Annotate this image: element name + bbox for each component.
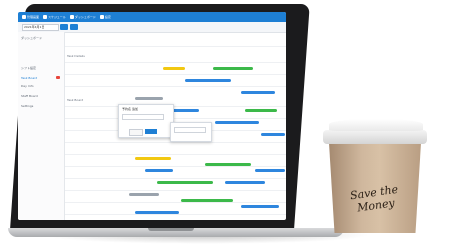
task-bar[interactable]: [185, 79, 231, 82]
prev-button[interactable]: [60, 24, 68, 30]
task-bar[interactable]: [255, 169, 285, 172]
app-tab-settings[interactable]: 設定: [99, 14, 111, 21]
date-field[interactable]: 2021年4月1日: [22, 24, 59, 31]
grid-line: [65, 178, 286, 179]
task-bar[interactable]: [129, 193, 159, 196]
app-tab-label: スケジュール: [48, 15, 66, 19]
dialog-title: 予約名 追加: [122, 107, 138, 111]
task-bar[interactable]: [225, 181, 265, 184]
task-bar[interactable]: [261, 133, 285, 136]
grid-line: [65, 62, 286, 63]
cup-lid-rim: [323, 130, 427, 144]
app-tab-label: 管理画面: [27, 15, 40, 19]
task-bar[interactable]: [215, 121, 259, 124]
app-tab-dashboard[interactable]: ダッシュボード: [69, 14, 96, 21]
grid-line: [65, 86, 286, 87]
grid-line: [65, 118, 286, 119]
sidebar: ダッシュボード シフト設定 Task Board Day Info Staff …: [18, 32, 65, 220]
task-bar[interactable]: [135, 157, 171, 160]
task-bar[interactable]: [245, 109, 277, 112]
task-bar[interactable]: [135, 97, 163, 100]
section-label: Task Board: [67, 98, 84, 102]
task-bar[interactable]: [205, 163, 251, 166]
sidebar-item-settings[interactable]: Settings: [21, 104, 33, 108]
gear-icon: [99, 15, 104, 19]
calendar-icon: [43, 15, 48, 19]
secondary-dialog: [170, 122, 212, 142]
dialog-input[interactable]: [174, 127, 206, 133]
laptop-notch: [148, 228, 194, 231]
laptop-screen: 管理画面 スケジュール ダッシュボード 設定 2021年4月1日 ダッシュボード…: [18, 12, 286, 220]
task-bar[interactable]: [145, 169, 173, 172]
grid-line: [65, 154, 286, 155]
sidebar-item-shift[interactable]: シフト設定: [21, 66, 36, 70]
task-bar[interactable]: [135, 211, 179, 214]
next-button[interactable]: [70, 24, 78, 30]
dashboard-icon: [69, 15, 74, 19]
app-tab-schedule[interactable]: スケジュール: [43, 14, 66, 21]
sidebar-item-day-info[interactable]: Day Info: [21, 84, 34, 88]
app-header: 管理画面 スケジュール ダッシュボード 設定: [18, 12, 286, 22]
cup-lid: [329, 119, 423, 131]
sidebar-item-task-board[interactable]: Task Board: [21, 76, 37, 80]
grid-line: [65, 166, 286, 167]
app-tab-label: ダッシュボード: [74, 15, 96, 19]
task-bar[interactable]: [163, 67, 185, 70]
grid-line: [65, 142, 286, 143]
notification-badge: [56, 76, 60, 79]
section-label: Task Details: [67, 54, 85, 58]
task-bar[interactable]: [241, 205, 279, 208]
grid-line: [65, 214, 286, 215]
grid-line: [65, 190, 286, 191]
sidebar-item-dashboard[interactable]: ダッシュボード: [21, 36, 42, 40]
task-bar[interactable]: [181, 199, 233, 202]
grid-line: [65, 46, 286, 47]
add-booking-dialog: 予約名 追加: [118, 104, 174, 138]
grid-line: [65, 106, 286, 107]
grid-line: [65, 74, 286, 75]
task-bar[interactable]: [157, 181, 213, 184]
grid-line: [65, 202, 286, 203]
app-tab-admin[interactable]: 管理画面: [22, 14, 39, 21]
ok-button[interactable]: [145, 129, 157, 134]
home-icon: [22, 15, 26, 19]
task-bar[interactable]: [213, 67, 253, 70]
task-bar[interactable]: [241, 91, 275, 94]
cancel-button[interactable]: [129, 129, 143, 136]
app-tab-label: 設定: [104, 15, 111, 19]
dialog-input[interactable]: [122, 114, 164, 120]
sidebar-item-staff-board[interactable]: Staff Board: [21, 94, 38, 98]
